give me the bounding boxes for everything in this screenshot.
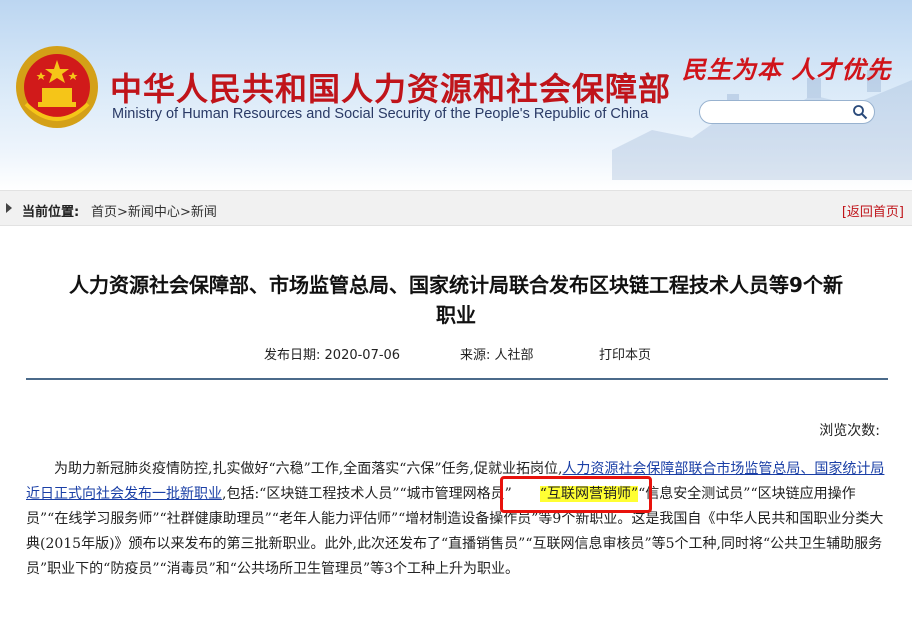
search-input[interactable] bbox=[710, 104, 850, 120]
article-title-line2: 职业 bbox=[436, 303, 476, 327]
publish-date-label: 发布日期: bbox=[264, 348, 321, 363]
breadcrumb-separator: > bbox=[117, 205, 128, 220]
breadcrumb-item-news-center[interactable]: 新闻中心 bbox=[128, 205, 180, 220]
body-text-part2: ,包括:“区块链工程技术人员”“城市管理网格员” bbox=[222, 486, 512, 502]
source-label: 来源: bbox=[460, 348, 491, 363]
national-emblem-icon bbox=[16, 46, 98, 128]
publish-date: 发布日期: 2020-07-06 bbox=[264, 344, 400, 363]
title-divider bbox=[26, 378, 888, 380]
breadcrumb-links: 首页>新闻中心>新闻 bbox=[91, 201, 217, 220]
breadcrumb-label: 当前位置: bbox=[22, 205, 80, 220]
article-body: 为助力新冠肺炎疫情防控,扎实做好“六稳”工作,全面落实“六保”任务,促就业拓岗位… bbox=[26, 457, 890, 582]
search-icon[interactable] bbox=[852, 104, 868, 120]
back-home-link[interactable]: [返回首页] bbox=[842, 201, 904, 220]
site-slogan: 民生为本 人才优先 bbox=[682, 55, 892, 84]
print-link[interactable]: 打印本页 bbox=[599, 344, 651, 363]
publish-date-value: 2020-07-06 bbox=[324, 348, 401, 363]
search-box bbox=[699, 100, 875, 124]
breadcrumb-item-home[interactable]: 首页 bbox=[91, 205, 117, 220]
breadcrumb-separator: > bbox=[179, 205, 191, 220]
source-value: 人社部 bbox=[494, 348, 534, 363]
view-count: 浏览次数: bbox=[819, 423, 880, 439]
site-title-en: Ministry of Human Resources and Social S… bbox=[112, 106, 649, 122]
article-title-line1: 人力资源社会保障部、市场监管总局、国家统计局联合发布区块链工程技术人员等9个新 bbox=[69, 273, 843, 297]
breadcrumb-item-news[interactable]: 新闻 bbox=[191, 205, 217, 220]
triangle-right-icon bbox=[6, 203, 12, 213]
breadcrumb: 当前位置: 首页>新闻中心>新闻 [返回首页] bbox=[0, 190, 912, 226]
site-header: 中华人民共和国人力资源和社会保障部 Ministry of Human Reso… bbox=[0, 0, 912, 190]
highlight-wrapper: “互联网营销师” bbox=[499, 476, 653, 513]
body-text-part1: 为助力新冠肺炎疫情防控,扎实做好“六稳”工作,全面落实“六保”任务,促就业拓岗位… bbox=[54, 461, 563, 477]
article-title: 人力资源社会保障部、市场监管总局、国家统计局联合发布区块链工程技术人员等9个新 … bbox=[26, 270, 886, 330]
site-title-cn[interactable]: 中华人民共和国人力资源和社会保障部 bbox=[110, 64, 671, 110]
article-source: 来源: 人社部 bbox=[460, 344, 534, 363]
highlighted-term: “互联网营销师” bbox=[539, 486, 639, 502]
